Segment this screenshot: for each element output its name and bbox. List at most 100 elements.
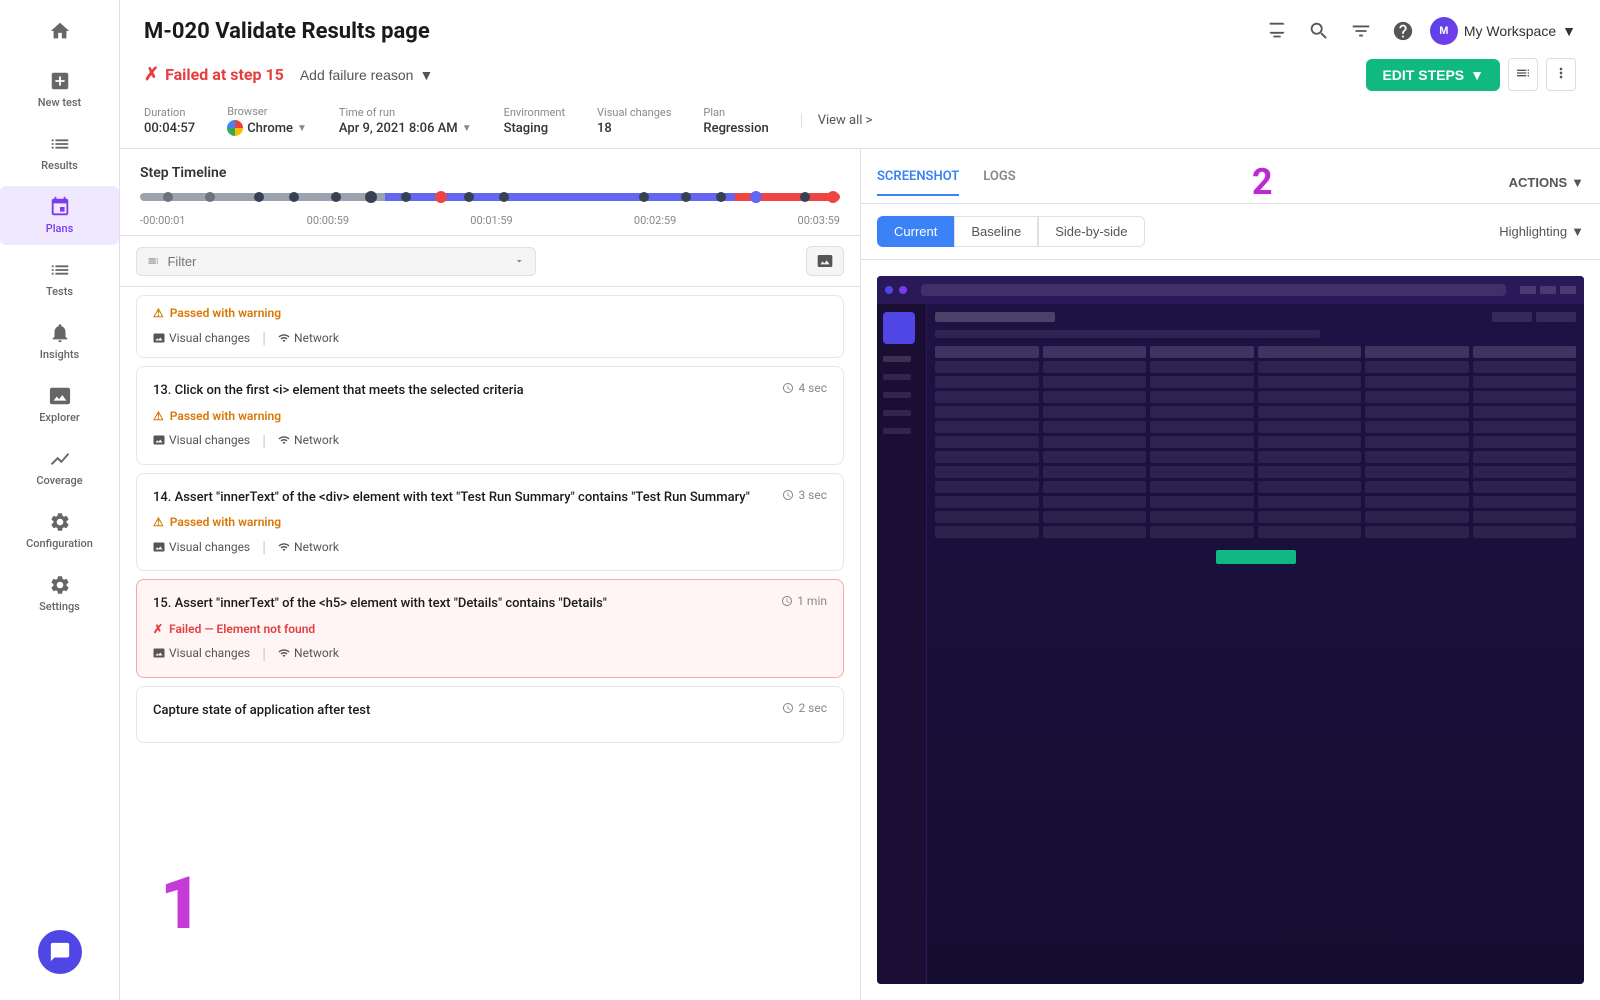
step-13-duration-text: 4 sec (798, 381, 827, 395)
right-panel-tabs: SCREENSHOT LOGS 2 ACTIONS ▼ (861, 149, 1600, 204)
tab-logs[interactable]: LOGS (983, 169, 1015, 196)
step-14-status: ⚠ Passed with warning (153, 515, 827, 529)
edit-steps-button[interactable]: EDIT STEPS ▼ (1366, 59, 1500, 91)
sidebar-item-settings[interactable]: Settings (0, 564, 119, 623)
step-item-capture: Capture state of application after test … (136, 686, 844, 744)
sidebar-item-home[interactable] (0, 10, 119, 56)
mock-d5c1 (935, 421, 1039, 433)
sidebar-item-configuration[interactable]: Configuration (0, 501, 119, 560)
mock-nav-2 (883, 374, 911, 380)
timeline-dot-3 (254, 192, 264, 202)
timeline-dots-row (140, 188, 840, 206)
edit-steps-label: EDIT STEPS (1382, 67, 1464, 83)
step-15-status: ✗ Failed — Element not found (153, 622, 827, 636)
step-13-visual-tag[interactable]: Visual changes (153, 433, 250, 447)
mock-toolbar (877, 276, 1584, 304)
sidebar-item-tests[interactable]: Tests (0, 249, 119, 308)
more-options-button[interactable] (1546, 58, 1576, 91)
mock-btn-1 (1492, 312, 1532, 322)
step-13-duration: 4 sec (782, 381, 827, 395)
mock-d6c2 (1043, 436, 1147, 448)
chrome-icon (227, 120, 243, 136)
mock-header-btns (1492, 312, 1576, 322)
mock-col-h5 (1365, 346, 1469, 358)
mock-d7c4 (1258, 451, 1362, 463)
actions-button[interactable]: ACTIONS ▼ (1509, 175, 1584, 190)
mock-d4c1 (935, 406, 1039, 418)
step-14-network-tag[interactable]: Network (278, 540, 339, 554)
mock-highlight-row (935, 550, 1576, 564)
mock-d12c6 (1473, 526, 1577, 538)
mock-data-row-7 (935, 451, 1576, 463)
step-item-15: 15. Assert "innerText" of the <h5> eleme… (136, 579, 844, 678)
step-13-status: ⚠ Passed with warning (153, 409, 827, 423)
duration-label: Duration (144, 106, 195, 119)
step-13-network-tag[interactable]: Network (278, 433, 339, 447)
sidebar-item-new-test-label: New test (38, 96, 81, 109)
header-top: M-020 Validate Results page M My Workspa… (144, 16, 1576, 46)
sidebar-item-plans[interactable]: Plans (0, 186, 119, 245)
add-failure-button[interactable]: Add failure reason ▼ (300, 67, 434, 83)
mock-d3c3 (1150, 391, 1254, 403)
step-15-duration: 1 min (781, 594, 827, 608)
screenshot-toggle-button[interactable] (806, 246, 844, 276)
step-15-network-tag[interactable]: Network (278, 646, 339, 660)
sidebar-item-results-label: Results (41, 159, 78, 172)
mock-d4c6 (1473, 406, 1577, 418)
meta-visual: Visual changes 18 (597, 106, 671, 136)
prev-visual-tag[interactable]: Visual changes (153, 331, 250, 345)
step-14-tags: Visual changes | Network (153, 537, 827, 556)
view-tab-side-by-side[interactable]: Side-by-side (1038, 216, 1144, 247)
step-15-network-label: Network (294, 646, 339, 660)
tab-screenshot[interactable]: SCREENSHOT (877, 169, 959, 196)
step-15-visual-tag[interactable]: Visual changes (153, 646, 250, 660)
prev-network-tag[interactable]: Network (278, 331, 339, 345)
workspace-button[interactable]: M My Workspace ▼ (1430, 17, 1576, 45)
highlighting-button[interactable]: Highlighting ▼ (1499, 224, 1584, 239)
view-tab-current[interactable]: Current (877, 216, 954, 247)
sidebar-item-new-test[interactable]: New test (0, 60, 119, 119)
mock-d3c6 (1473, 391, 1577, 403)
mock-highlight (1216, 550, 1296, 564)
sidebar-item-coverage-label: Coverage (36, 474, 82, 487)
mock-icon-1 (1520, 286, 1536, 294)
mock-d9c4 (1258, 481, 1362, 493)
filter-icon-btn[interactable] (1346, 16, 1376, 46)
warning-icon-prev: ⚠ (153, 306, 164, 320)
filter-input[interactable] (167, 254, 504, 269)
prev-tag-sep: | (262, 328, 266, 347)
help-icon-btn[interactable] (1388, 16, 1418, 46)
main-content: M-020 Validate Results page M My Workspa… (120, 0, 1600, 1000)
sidebar-item-coverage[interactable]: Coverage (0, 438, 119, 497)
timeline-dot-9 (499, 192, 509, 202)
status-row: ✗ Failed at step 15 Add failure reason ▼… (144, 58, 1576, 91)
view-all-link[interactable]: View all > (801, 113, 873, 128)
header-actions: M My Workspace ▼ (1262, 16, 1576, 46)
sidebar-item-explorer[interactable]: Explorer (0, 375, 119, 434)
timeline-dot-failed (435, 191, 447, 203)
chat-button[interactable] (38, 930, 82, 974)
search-icon-btn[interactable] (1304, 16, 1334, 46)
sidebar-item-results[interactable]: Results (0, 123, 119, 182)
view-toggle-button[interactable] (1508, 58, 1538, 91)
mock-d1c4 (1258, 361, 1362, 373)
mock-d4c4 (1258, 406, 1362, 418)
view-tab-baseline[interactable]: Baseline (954, 216, 1038, 247)
failed-text: Failed at step 15 (165, 65, 284, 84)
sidebar-item-insights[interactable]: Insights (0, 312, 119, 371)
prev-network-label: Network (294, 331, 339, 345)
monitor-icon-btn[interactable] (1262, 16, 1292, 46)
prev-step-status: ⚠ Passed with warning (153, 306, 827, 320)
step-14-visual-tag[interactable]: Visual changes (153, 540, 250, 554)
mock-d9c1 (935, 481, 1039, 493)
mock-d1c1 (935, 361, 1039, 373)
mock-toolbar-icons (1520, 286, 1576, 294)
timeline-dot-13 (800, 192, 810, 202)
meta-browser: Browser Chrome ▼ (227, 105, 307, 136)
sidebar: New test Results Plans Tests Insights Ex… (0, 0, 120, 1000)
mock-d12c3 (1150, 526, 1254, 538)
failed-badge: ✗ Failed at step 15 (144, 64, 284, 85)
mock-d9c3 (1150, 481, 1254, 493)
mock-nav-5 (883, 428, 911, 434)
mock-nav-active (883, 312, 915, 344)
